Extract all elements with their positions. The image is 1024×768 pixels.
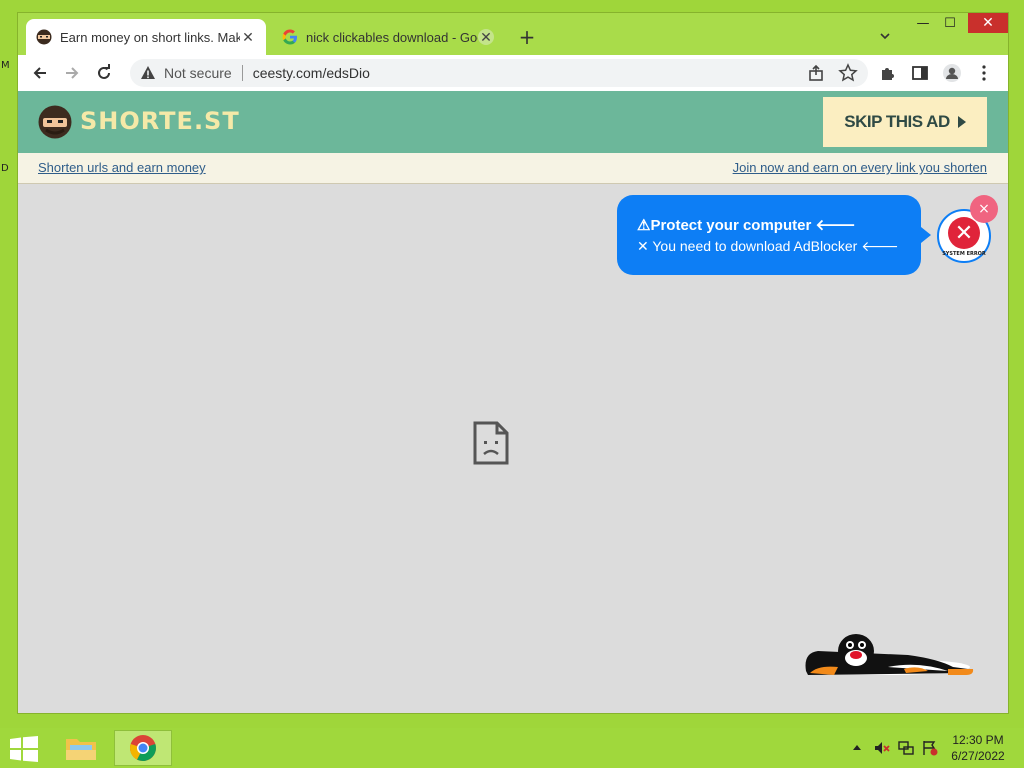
site-logo-text[interactable]: SHORTE.ST [80,107,240,135]
site-header: SHORTE.ST SKIP THIS AD [18,91,1008,153]
page-viewport: SHORTE.ST SKIP THIS AD Shorten urls and … [18,91,1008,713]
forward-arrow-icon[interactable] [62,63,82,83]
new-tab-button[interactable]: + [516,27,538,47]
side-panel-icon[interactable] [910,63,930,83]
reload-icon[interactable] [94,63,114,83]
tab-strip: Earn money on short links. Make ✕ nick c… [18,13,1008,55]
sad-page-error-icon [473,421,509,465]
browser-toolbar: Not secure ceesty.com/edsDio [18,55,1008,91]
volume-muted-icon[interactable] [874,740,890,756]
shortest-mascot-favicon-icon [36,29,52,45]
tab-google[interactable]: nick clickables download - Googl ✕ [272,19,504,55]
system-error-label: SYSTEM ERROR [942,251,986,257]
ad-subline: ✕ You need to download AdBlocker 🡐 [637,238,899,254]
tab-title: nick clickables download - Googl [306,29,478,45]
clock-date: 6/27/2022 [951,749,1005,763]
clock-time: 12:30 PM [952,733,1004,747]
action-center-flag-icon[interactable] [922,740,938,756]
taskbar-clock[interactable]: 12:30 PM 6/27/2022 [948,732,1008,764]
show-hidden-icons[interactable] [853,744,861,750]
tab-close-icon[interactable]: ✕ [478,29,494,45]
address-divider [241,65,243,81]
join-now-link[interactable]: Join now and earn on every link you shor… [733,160,987,175]
file-explorer-taskbar-button[interactable] [60,730,102,766]
tab-search-chevron-icon[interactable] [878,29,892,43]
profile-avatar-icon[interactable] [942,63,962,83]
back-arrow-icon[interactable] [30,63,50,83]
windows-start-icon[interactable] [10,736,38,762]
kebab-menu-icon[interactable] [974,63,994,83]
bookmark-star-icon[interactable] [838,63,858,83]
google-g-favicon-icon [282,29,297,45]
url-text[interactable]: ceesty.com/edsDio [253,65,370,81]
extensions-puzzle-icon[interactable] [878,63,898,83]
ad-close-button[interactable]: × [970,195,998,223]
taskbar: 12:30 PM 6/27/2022 [0,728,1024,768]
chrome-taskbar-button[interactable] [114,730,172,766]
desktop-edge-letter-d: D [1,163,9,174]
browser-window: Earn money on short links. Make ✕ nick c… [17,12,1009,714]
adblocker-ad-bubble[interactable]: ⚠Protect your computer 🡐 ✕ You need to d… [617,195,931,275]
folder-icon [66,739,96,760]
shorten-urls-link[interactable]: Shorten urls and earn money [38,160,206,175]
site-subbar: Shorten urls and earn money Join now and… [18,153,1008,184]
share-icon[interactable] [806,63,826,83]
pingu-penguin-image [805,634,974,675]
skip-ad-button[interactable]: SKIP THIS AD [823,97,987,147]
play-arrow-icon [957,116,966,128]
desktop-edge-letter-m: M [1,60,10,71]
maximize-button[interactable]: ☐ [938,13,962,33]
network-icon[interactable] [898,740,914,756]
tab-shortest[interactable]: Earn money on short links. Make ✕ [26,19,266,55]
ad-headline: ⚠Protect your computer 🡐 [637,217,856,234]
address-bar[interactable]: Not secure ceesty.com/edsDio [130,59,868,87]
close-window-button[interactable]: ✕ [968,13,1008,33]
tab-title: Earn money on short links. Make [60,29,240,45]
tab-close-icon[interactable]: ✕ [240,29,256,45]
minimize-button[interactable]: — [911,13,935,33]
shortest-mascot-logo-icon[interactable] [38,105,72,139]
not-secure-warning-icon[interactable] [140,65,156,81]
not-secure-label[interactable]: Not secure [164,65,232,81]
chrome-icon [130,735,156,762]
error-x-icon: ✕ [948,217,980,249]
skip-ad-label: SKIP THIS AD [844,112,950,131]
